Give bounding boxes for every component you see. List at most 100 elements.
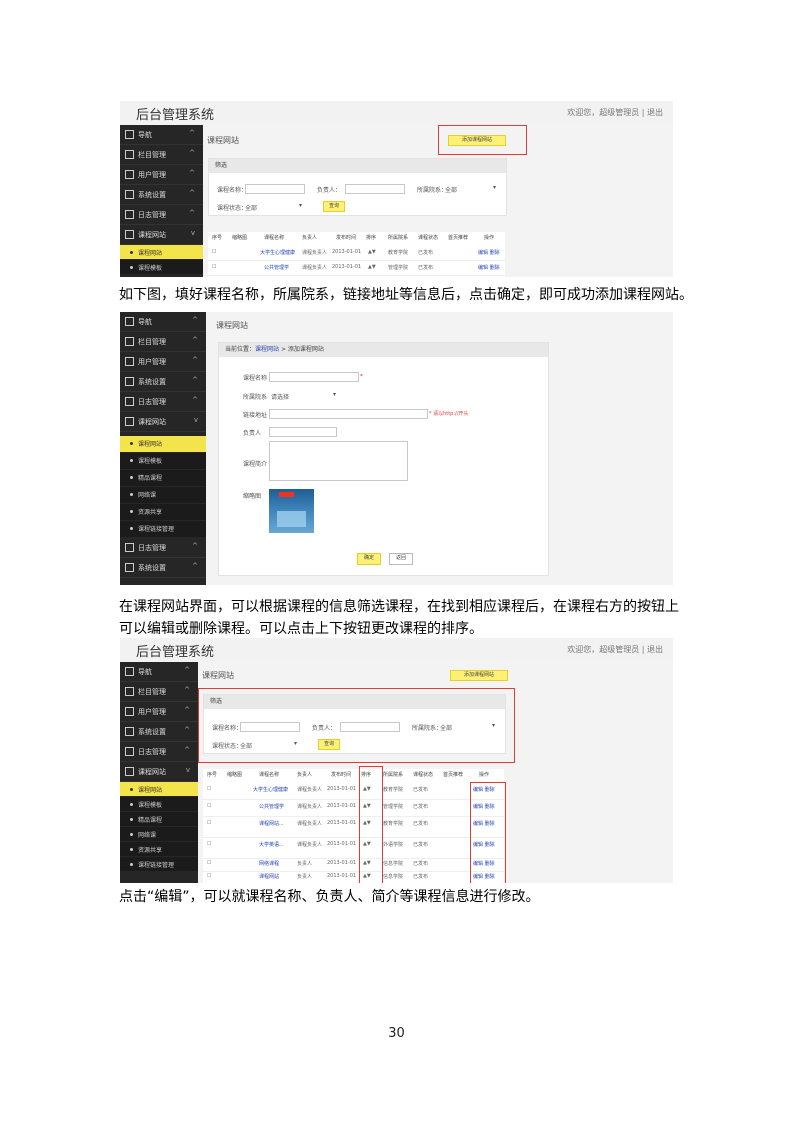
checkbox[interactable]: ☐ xyxy=(207,786,211,792)
sidebar-sub-resources[interactable]: 资源共享 xyxy=(120,504,206,520)
sidebar-item-settings[interactable]: 系统设置 ^ xyxy=(120,372,206,392)
back-button[interactable]: 返回 xyxy=(389,553,413,565)
chevron-up-icon: ^ xyxy=(189,129,195,137)
status-select[interactable]: 全部 xyxy=(240,741,252,750)
intro-textarea[interactable] xyxy=(269,441,408,481)
course-name-input[interactable] xyxy=(240,722,300,732)
page-title: 课程网站 xyxy=(207,136,239,145)
sidebar-sub-quality[interactable]: 精品课程 xyxy=(120,470,206,486)
sidebar-item-settings-2[interactable]: 系统设置 ^ xyxy=(120,558,206,578)
filter-title: 筛选 xyxy=(209,159,506,173)
nav-icon xyxy=(125,130,134,139)
leader-input[interactable] xyxy=(340,722,400,732)
checkbox[interactable]: ☐ xyxy=(207,873,211,879)
sort-arrows-icon[interactable]: ▲▼ xyxy=(368,249,376,255)
sidebar-sub-templates[interactable]: 课程模板 xyxy=(120,453,206,469)
gear-icon xyxy=(125,377,134,386)
brand-title: 后台管理系统 xyxy=(136,108,215,123)
sidebar-item-users[interactable]: 用户管理 ^ xyxy=(120,165,203,185)
query-button[interactable]: 查询 xyxy=(323,201,345,212)
url-label: 链接地址 xyxy=(243,412,268,419)
paragraph-3: 点击“编辑”，可以就课程名称、负责人、简介等课程信息进行修改。 xyxy=(119,889,540,905)
page-title: 课程网站 xyxy=(216,321,248,330)
chevron-down-icon: v xyxy=(190,229,195,237)
chevron-down-icon: ▾ xyxy=(299,202,303,209)
dept-select[interactable]: 全部 xyxy=(445,185,457,194)
main-content: 课程网站 添加课程网站 筛选 课程名称： 负责人： 所属院系： 全部 ▾ 课程状… xyxy=(203,125,673,277)
chevron-down-icon: ▾ xyxy=(333,391,337,398)
breadcrumb: 当前位置：课程网站 > 添加课程网站 xyxy=(219,343,548,357)
sidebar-item-course-sites[interactable]: 课程网站 v xyxy=(120,412,206,432)
gear-icon xyxy=(125,563,134,572)
sidebar-item-nav[interactable]: 导航 ^ xyxy=(120,125,203,145)
dept-select[interactable]: 请选择 xyxy=(271,392,289,401)
sidebar-item-settings[interactable]: 系统设置 ^ xyxy=(120,722,198,742)
checkbox[interactable]: ☐ xyxy=(207,841,211,847)
sidebar-item-users[interactable]: 用户管理 ^ xyxy=(120,702,198,722)
add-course-site-button[interactable]: 添加课程网站 xyxy=(450,670,508,681)
bullet-icon xyxy=(130,476,133,479)
sidebar-sub-course-sites[interactable]: 课程网站 xyxy=(120,245,203,259)
checkbox[interactable]: ☐ xyxy=(212,264,216,270)
status-select[interactable]: 全部 xyxy=(245,203,257,212)
dept-select[interactable]: 全部 xyxy=(440,723,452,732)
sidebar-sub-online[interactable]: 网络课 xyxy=(120,487,206,503)
bullet-icon xyxy=(130,863,133,866)
sidebar-item-users[interactable]: 用户管理 ^ xyxy=(120,352,206,372)
logo-badge xyxy=(279,492,294,497)
leader-input[interactable] xyxy=(345,184,405,194)
query-button[interactable]: 查询 xyxy=(318,739,340,750)
bullet-icon xyxy=(130,459,133,462)
chevron-up-icon: ^ xyxy=(192,356,198,364)
checkbox[interactable]: ☐ xyxy=(207,820,211,826)
sidebar-sub-links[interactable]: 课程链接管理 xyxy=(120,521,206,537)
page-title: 课程网站 xyxy=(202,671,234,680)
course-name-input[interactable] xyxy=(245,184,305,194)
sidebar-sub-templates[interactable]: 课程模板 xyxy=(120,797,198,811)
chevron-down-icon: ▾ xyxy=(492,722,496,729)
sidebar-item-course-sites[interactable]: 课程网站 v xyxy=(120,225,203,245)
chevron-up-icon: ^ xyxy=(189,169,195,177)
sidebar: 导航 ^ 栏目管理 ^ 用户管理 ^ 系统设置 ^ 日志管理 ^ 课程网站 v 课程网站 课… xyxy=(120,125,203,277)
sidebar-item-logs[interactable]: 日志管理 ^ xyxy=(120,742,198,762)
sidebar-item-columns[interactable]: 栏目管理 ^ xyxy=(120,332,206,352)
top-bar: 后台管理系统 欢迎您，超级管理员 | 退出 xyxy=(120,638,673,663)
sidebar-item-columns[interactable]: 栏目管理 ^ xyxy=(120,145,203,165)
sidebar-sub-resources[interactable]: 资源共享 xyxy=(120,842,198,856)
breadcrumb-link[interactable]: 课程网站 xyxy=(255,346,279,353)
checkbox[interactable]: ☐ xyxy=(207,860,211,866)
sidebar-sub-course-sites[interactable]: 课程网站 xyxy=(120,782,198,796)
sidebar-sub-links[interactable]: 课程链接管理 xyxy=(120,857,198,871)
sidebar-sub-online[interactable]: 网络课 xyxy=(120,827,198,841)
sidebar-sub-course-sites[interactable]: 课程网站 xyxy=(120,436,206,452)
sidebar-item-logs-2[interactable]: 日志管理 ^ xyxy=(120,538,206,558)
leader-field[interactable] xyxy=(269,427,337,437)
checkbox[interactable]: ☐ xyxy=(212,249,216,255)
table-row: ☐ 课程网站 负责人 2013-01-01 ▲▼ 信息学院 已发布 编辑 删除 xyxy=(203,872,504,883)
chevron-up-icon: ^ xyxy=(189,189,195,197)
sidebar-item-nav[interactable]: 导航 ^ xyxy=(120,662,198,682)
sidebar-item-logs[interactable]: 日志管理 ^ xyxy=(120,205,203,225)
sidebar-item-settings[interactable]: 系统设置 ^ xyxy=(120,185,203,205)
sidebar-sub-quality[interactable]: 精品课程 xyxy=(120,812,198,826)
sidebar-item-course-sites[interactable]: 课程网站 v xyxy=(120,762,198,782)
user-info[interactable]: 欢迎您，超级管理员 | 退出 xyxy=(567,644,663,655)
course-name-field[interactable] xyxy=(269,372,359,382)
sidebar-item-columns[interactable]: 栏目管理 ^ xyxy=(120,682,198,702)
filter-title: 筛选 xyxy=(204,695,505,709)
dept-label: 所属院系： xyxy=(417,187,448,194)
name-label: 课程名称 xyxy=(243,375,268,382)
sidebar-sub-templates[interactable]: 课程模板 xyxy=(120,260,203,274)
user-info[interactable]: 欢迎您，超级管理员 | 退出 xyxy=(567,107,663,118)
sidebar-item-nav[interactable]: 导航 ^ xyxy=(120,312,206,332)
confirm-button[interactable]: 确定 xyxy=(357,553,381,565)
thumbnail-image[interactable] xyxy=(269,489,314,533)
column-icon xyxy=(125,150,134,159)
sort-arrows-icon[interactable]: ▲▼ xyxy=(368,264,376,270)
bullet-icon xyxy=(130,527,133,530)
main-content: 课程网站 添加课程网站 筛选 课程名称： 负责人： 所属院系： 全部 ▾ 课程状… xyxy=(198,662,673,883)
chevron-up-icon: ^ xyxy=(184,726,190,734)
sidebar-item-logs[interactable]: 日志管理 ^ xyxy=(120,392,206,412)
url-field[interactable] xyxy=(269,409,428,419)
checkbox[interactable]: ☐ xyxy=(207,803,211,809)
